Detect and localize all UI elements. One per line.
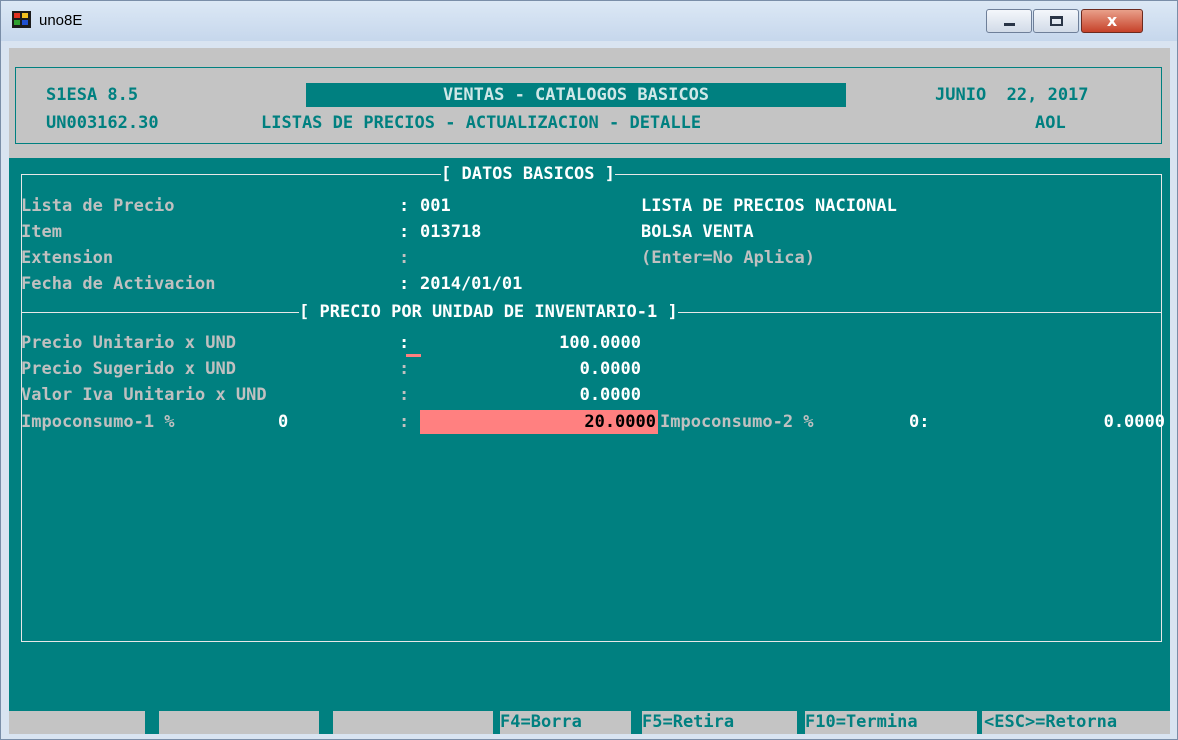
fkey-esc-label: <ESC>=Retorna xyxy=(984,712,1118,732)
app-icon[interactable] xyxy=(12,11,31,28)
fkey-1[interactable] xyxy=(9,711,145,734)
fecha-activacion-sep: : xyxy=(399,274,410,294)
fkey-f5-retira[interactable]: F5=Retira xyxy=(642,711,797,734)
fkey-f4-label: F4=Borra xyxy=(500,712,582,732)
fkey-f5-label: F5=Retira xyxy=(642,712,735,732)
module-title: VENTAS - CATALOGOS BASICOS xyxy=(442,85,710,105)
fecha-activacion-label: Fecha de Activacion xyxy=(21,274,216,294)
maximize-button[interactable] xyxy=(1033,9,1079,33)
current-date: JUNIO 22, 2017 xyxy=(935,85,1089,105)
extension-sep: : xyxy=(399,248,410,268)
impoconsumo2-pct: 0: xyxy=(909,412,930,432)
impoconsumo1-field[interactable]: 20.0000 xyxy=(420,410,658,434)
valor-iva-field[interactable]: 0.0000 xyxy=(429,384,641,406)
precio-unitario-label: Precio Unitario x UND xyxy=(21,333,236,353)
fkey-f4-borra[interactable]: F4=Borra xyxy=(500,711,631,734)
lista-precio-sep: : xyxy=(399,196,410,216)
maximize-icon xyxy=(1050,16,1063,26)
form-frame xyxy=(21,174,1162,642)
text-cursor xyxy=(406,354,421,357)
precio-unitario-field[interactable]: 100.0000 xyxy=(429,332,641,354)
impoconsumo1-sep: : xyxy=(399,412,410,432)
title-bar[interactable]: uno8E x xyxy=(1,1,1177,41)
item-sep: : xyxy=(399,222,410,242)
minimize-button[interactable] xyxy=(986,9,1032,33)
valor-iva-label: Valor Iva Unitario x UND xyxy=(21,385,267,405)
extension-hint: (Enter=No Aplica) xyxy=(641,248,815,268)
fkey-gap xyxy=(319,711,333,734)
function-key-bar: F4=Borra F5=Retira F10=Termina <ESC>=Ret… xyxy=(9,711,1170,734)
fkey-gap xyxy=(631,711,642,734)
fkey-3[interactable] xyxy=(333,711,493,734)
lista-precio-label: Lista de Precio xyxy=(21,196,175,216)
precio-sugerido-label: Precio Sugerido x UND xyxy=(21,359,236,379)
item-field[interactable]: 013718 xyxy=(420,221,481,243)
fkey-gap xyxy=(493,711,500,734)
fkey-gap xyxy=(145,711,159,734)
application-window: uno8E x S1ESA 8.5 VENTAS - CATALOGOS BAS… xyxy=(0,0,1178,740)
precio-section-title: [ PRECIO POR UNIDAD DE INVENTARIO-1 ] xyxy=(299,301,678,323)
fkey-f10-termina[interactable]: F10=Termina xyxy=(805,711,977,734)
valor-iva-sep: : xyxy=(399,385,410,405)
lista-precio-field[interactable]: 001 xyxy=(420,195,451,217)
impoconsumo1-label: Impoconsumo-1 % xyxy=(21,412,175,432)
impoconsumo2-field[interactable]: 0.0000 xyxy=(999,411,1165,433)
precio-sugerido-field[interactable]: 0.0000 xyxy=(429,358,641,380)
impoconsumo1-pct: 0 xyxy=(278,412,289,432)
lista-precio-desc: LISTA DE PRECIOS NACIONAL xyxy=(641,196,897,216)
precio-unitario-sep: : xyxy=(399,333,410,353)
close-icon: x xyxy=(1106,11,1118,30)
system-version: S1ESA 8.5 xyxy=(46,85,139,105)
window-title: uno8E xyxy=(39,12,83,29)
user-code: AOL xyxy=(1035,113,1066,133)
module-title-bar: VENTAS - CATALOGOS BASICOS xyxy=(306,83,846,107)
impoconsumo2-label: Impoconsumo-2 % xyxy=(660,412,814,432)
fkey-gap xyxy=(797,711,805,734)
impoconsumo1-value: 20.0000 xyxy=(584,412,656,432)
close-button[interactable]: x xyxy=(1081,9,1143,33)
fkey-f10-label: F10=Termina xyxy=(805,712,918,732)
minimize-icon xyxy=(1004,23,1015,26)
precio-sugerido-sep: : xyxy=(399,359,410,379)
program-code: UN003162.30 xyxy=(46,113,159,133)
datos-basicos-title: [ DATOS BASICOS ] xyxy=(441,163,615,185)
extension-label: Extension xyxy=(21,248,114,268)
screen-title: LISTAS DE PRECIOS - ACTUALIZACION - DETA… xyxy=(261,113,702,133)
item-label: Item xyxy=(21,222,62,242)
terminal-screen[interactable]: S1ESA 8.5 VENTAS - CATALOGOS BASICOS JUN… xyxy=(9,48,1170,734)
fkey-2[interactable] xyxy=(159,711,319,734)
fkey-esc-retorna[interactable]: <ESC>=Retorna xyxy=(982,711,1170,734)
fecha-activacion-field[interactable]: 2014/01/01 xyxy=(420,273,522,295)
item-desc: BOLSA VENTA xyxy=(641,222,754,242)
header-panel: S1ESA 8.5 VENTAS - CATALOGOS BASICOS JUN… xyxy=(9,48,1170,158)
